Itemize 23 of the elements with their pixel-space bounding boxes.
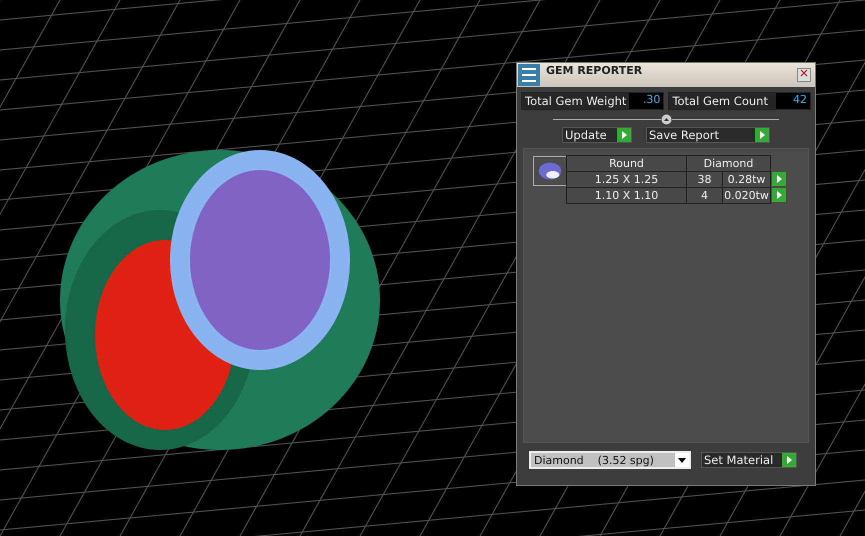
field-value: 42 <box>776 93 810 109</box>
caret-icon <box>675 453 689 467</box>
table-cell: 1.10 X 1.10 <box>566 187 687 204</box>
play-icon <box>772 172 786 186</box>
play-icon <box>755 128 769 142</box>
table-cell: 0.020tw <box>722 187 771 204</box>
window-title: GEM REPORTER <box>546 64 644 77</box>
play-icon <box>617 128 631 142</box>
action-button[interactable]: Update <box>562 127 632 143</box>
play-icon <box>782 453 796 467</box>
field-value: .30 <box>629 93 664 109</box>
set-material-button[interactable]: Set Material <box>701 452 797 468</box>
close-icon <box>800 69 808 77</box>
column-header: Round <box>566 155 687 172</box>
material-dropdown[interactable]: Diamond (3.52 spg) <box>529 451 691 469</box>
field-label: Total Gem Count <box>671 94 769 108</box>
column-header: Diamond <box>686 155 771 172</box>
field-label: Total Gem Weight <box>524 94 628 108</box>
gem-logo-icon <box>518 64 540 86</box>
close-button[interactable] <box>797 68 811 82</box>
action-button[interactable]: Save Report <box>646 127 770 143</box>
collapse-knob-icon[interactable] <box>660 114 672 125</box>
play-icon <box>772 188 786 202</box>
